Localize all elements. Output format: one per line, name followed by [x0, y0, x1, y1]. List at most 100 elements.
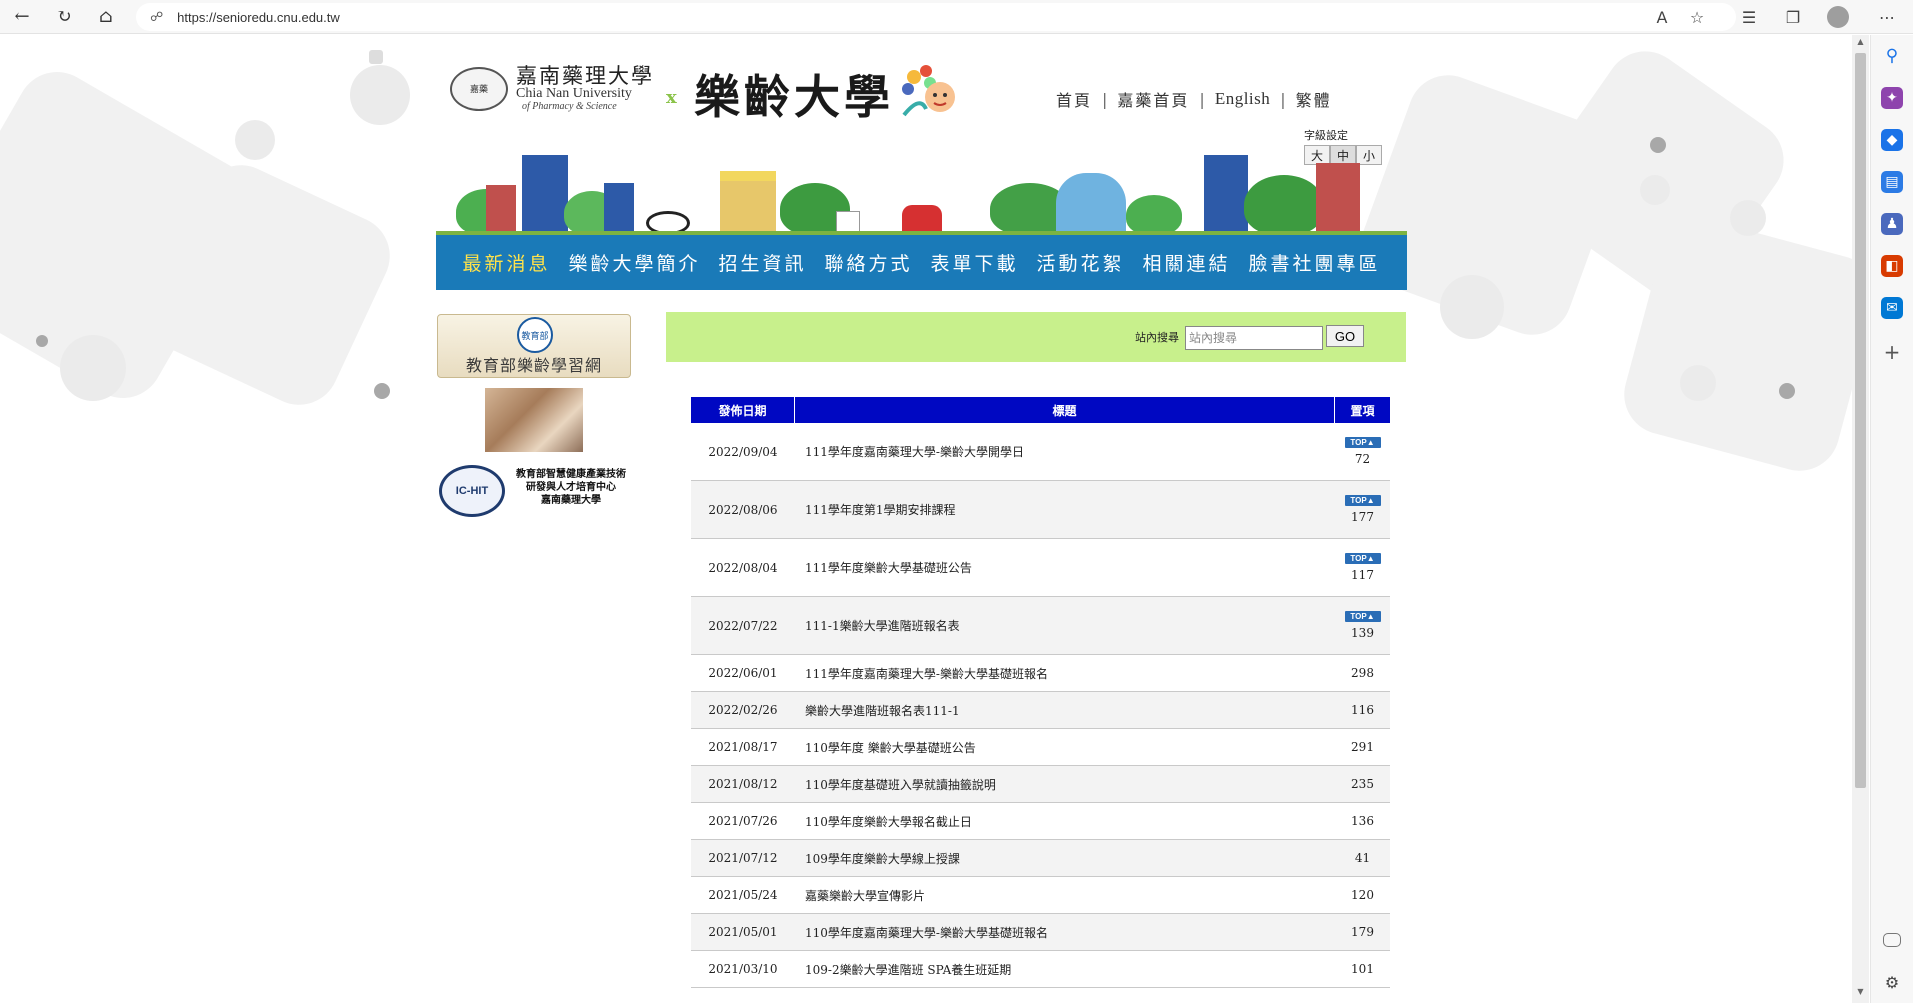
go-button[interactable]: GO [1326, 325, 1364, 347]
table-row[interactable]: 2021/07/12 109學年度樂齡大學線上授課 41 [691, 840, 1390, 877]
home-icon[interactable]: ⌂ [92, 3, 120, 31]
tools-icon[interactable]: ▤ [1881, 171, 1903, 193]
search-icon[interactable]: ⚲ [1881, 45, 1903, 67]
link-home[interactable]: 首頁 [1056, 87, 1092, 111]
row-title-link[interactable]: 110學年度 樂齡大學基礎班公告 [795, 729, 1335, 765]
tree-shape [1126, 195, 1182, 235]
settings-gear-icon[interactable]: ⚙ [1881, 971, 1903, 993]
row-title-link[interactable]: 樂齡大學進階班報名表111-1 [795, 692, 1335, 728]
add-icon[interactable]: + [1881, 340, 1903, 364]
link-traditional[interactable]: 繁體 [1296, 87, 1332, 111]
row-date: 2021/03/10 [708, 962, 778, 976]
table-row[interactable]: 2021/05/24 嘉藥樂齡大學宣傳影片 120 [691, 877, 1390, 914]
separator: | [1199, 89, 1205, 109]
row-date: 2022/08/04 [708, 560, 778, 575]
bg-dot [1779, 383, 1795, 399]
table-row[interactable]: 2022/02/26 樂齡大學進階班報名表111-1 116 [691, 692, 1390, 729]
cnu-logo[interactable]: 嘉藥 嘉南藥理大學 Chia Nan University of Pharmac… [450, 65, 654, 112]
nav-admission[interactable]: 招生資訊 [718, 249, 806, 276]
nav-facebook[interactable]: 臉書社團專區 [1249, 249, 1381, 276]
row-view-count: 139 [1351, 626, 1374, 640]
nav-downloads[interactable]: 表單下載 [931, 249, 1019, 276]
scroll-up-icon[interactable]: ▲ [1855, 37, 1866, 49]
row-title-link[interactable]: 111學年度第1學期安排課程 [795, 481, 1335, 538]
row-title-link[interactable]: 110學年度樂齡大學報名截止日 [795, 803, 1335, 839]
nav-contact[interactable]: 聯絡方式 [824, 249, 912, 276]
scroll-down-icon[interactable]: ▼ [1855, 987, 1866, 999]
row-view-count: 136 [1351, 814, 1374, 828]
building-shape [522, 155, 568, 235]
ichit-line: 嘉南藥理大學 [541, 495, 601, 506]
row-date: 2022/02/26 [708, 703, 778, 717]
back-icon[interactable]: ← [8, 3, 36, 31]
url-text: https://senioredu.cnu.edu.tw [177, 9, 340, 25]
link-cnu-home[interactable]: 嘉藥首頁 [1117, 87, 1189, 111]
main-navigation: 最新消息 樂齡大學簡介 招生資訊 聯絡方式 表單下載 活動花絮 相關連結 臉書社… [436, 235, 1407, 290]
outlook-icon[interactable]: ✉ [1881, 297, 1903, 319]
left-sidebar: 教育部 教育部樂齡學習網 IC-HIT 教育部智慧健康產業技術 研發與人才培育中… [437, 314, 633, 520]
header-illustration [436, 155, 1407, 235]
games-icon[interactable]: ♟ [1881, 213, 1903, 235]
row-title-link[interactable]: 110學年度嘉南藥理大學-樂齡大學基礎班報名 [795, 914, 1335, 950]
cnu-name-en-sub: of Pharmacy & Science [522, 100, 617, 112]
row-title-link[interactable]: 111學年度嘉南藥理大學-樂齡大學開學日 [795, 423, 1335, 480]
building-shape [1204, 155, 1248, 235]
favorites-icon[interactable]: ☰ [1732, 0, 1766, 34]
read-aloud-icon[interactable]: A [1645, 0, 1679, 34]
table-row[interactable]: 2022/08/06 111學年度第1學期安排課程 TOP▲ 177 [691, 481, 1390, 539]
search-input[interactable] [1185, 326, 1323, 350]
row-title-link[interactable]: 111學年度樂齡大學基礎班公告 [795, 539, 1335, 596]
row-title-link[interactable]: 111-1樂齡大學進階班報名表 [795, 597, 1335, 654]
row-date: 2022/08/06 [708, 502, 778, 517]
bg-dot [36, 335, 48, 347]
row-title-link[interactable]: 109-2樂齡大學進階班 SPA養生班延期 [795, 951, 1335, 987]
row-view-count: 120 [1351, 888, 1374, 902]
table-row[interactable]: 2021/08/12 110學年度基礎班入學就讀抽籤說明 235 [691, 766, 1390, 803]
table-row[interactable]: 2021/07/26 110學年度樂齡大學報名截止日 136 [691, 803, 1390, 840]
lock-icon: ☍ [150, 9, 164, 25]
table-row[interactable]: 2021/03/10 109-2樂齡大學進階班 SPA養生班延期 101 [691, 951, 1390, 988]
row-title-link[interactable]: 109學年度樂齡大學線上授課 [795, 840, 1335, 876]
row-top-cell: 235 [1335, 766, 1390, 802]
table-row[interactable]: 2022/06/01 111學年度嘉南藥理大學-樂齡大學基礎班報名 298 [691, 655, 1390, 692]
row-title-link[interactable]: 110學年度基礎班入學就讀抽籤說明 [795, 766, 1335, 802]
office-icon[interactable]: ◧ [1881, 255, 1903, 277]
table-row[interactable]: 2021/05/01 110學年度嘉南藥理大學-樂齡大學基礎班報名 179 [691, 914, 1390, 951]
table-row[interactable]: 2022/09/04 111學年度嘉南藥理大學-樂齡大學開學日 TOP▲ 72 [691, 423, 1390, 481]
profile-avatar-icon[interactable] [1821, 0, 1855, 34]
nav-latest-news[interactable]: 最新消息 [462, 249, 550, 276]
copilot-icon[interactable]: ✦ [1881, 87, 1903, 109]
nav-about[interactable]: 樂齡大學簡介 [568, 249, 700, 276]
shopping-icon[interactable]: ◆ [1881, 129, 1903, 151]
scroll-thumb[interactable] [1855, 53, 1866, 788]
seniors-photo[interactable] [485, 388, 583, 452]
row-view-count: 72 [1354, 452, 1371, 466]
nav-gallery[interactable]: 活動花絮 [1037, 249, 1125, 276]
nav-links[interactable]: 相關連結 [1143, 249, 1231, 276]
row-date: 2022/07/22 [708, 618, 778, 633]
sidebar-toggle-icon[interactable] [1883, 933, 1901, 947]
collections-icon[interactable]: ❐ [1776, 0, 1810, 34]
link-english[interactable]: English [1215, 89, 1270, 109]
row-top-cell: 41 [1335, 840, 1390, 876]
table-row[interactable]: 2022/08/04 111學年度樂齡大學基礎班公告 TOP▲ 117 [691, 539, 1390, 597]
senior-university-title: 樂齡大學 [694, 70, 894, 124]
row-date: 2021/08/12 [708, 777, 778, 791]
row-title-link[interactable]: 111學年度嘉南藥理大學-樂齡大學基礎班報名 [795, 655, 1335, 691]
row-top-cell: TOP▲ 117 [1335, 539, 1390, 596]
page-scrollbar[interactable]: ▲ ▼ [1852, 35, 1869, 1003]
ichit-banner[interactable]: IC-HIT 教育部智慧健康產業技術 研發與人才培育中心 嘉南藥理大學 [437, 462, 633, 520]
favorite-star-icon[interactable]: ☆ [1680, 0, 1714, 34]
table-row[interactable]: 2021/08/17 110學年度 樂齡大學基礎班公告 291 [691, 729, 1390, 766]
row-title-link[interactable]: 嘉藥樂齡大學宣傳影片 [795, 877, 1335, 913]
row-top-cell: 101 [1335, 951, 1390, 987]
moe-senior-learning-banner[interactable]: 教育部 教育部樂齡學習網 [437, 314, 631, 378]
row-date: 2021/05/24 [708, 888, 778, 902]
table-row[interactable]: 2022/07/22 111-1樂齡大學進階班報名表 TOP▲ 139 [691, 597, 1390, 655]
top-pin-badge: TOP▲ [1344, 495, 1381, 506]
address-bar[interactable]: ☍ https://senioredu.cnu.edu.tw [136, 3, 1736, 31]
refresh-icon[interactable]: ↻ [50, 3, 78, 31]
separator: | [1102, 89, 1108, 109]
more-menu-icon[interactable]: ⋯ [1870, 0, 1904, 34]
bg-bubble [60, 335, 126, 401]
